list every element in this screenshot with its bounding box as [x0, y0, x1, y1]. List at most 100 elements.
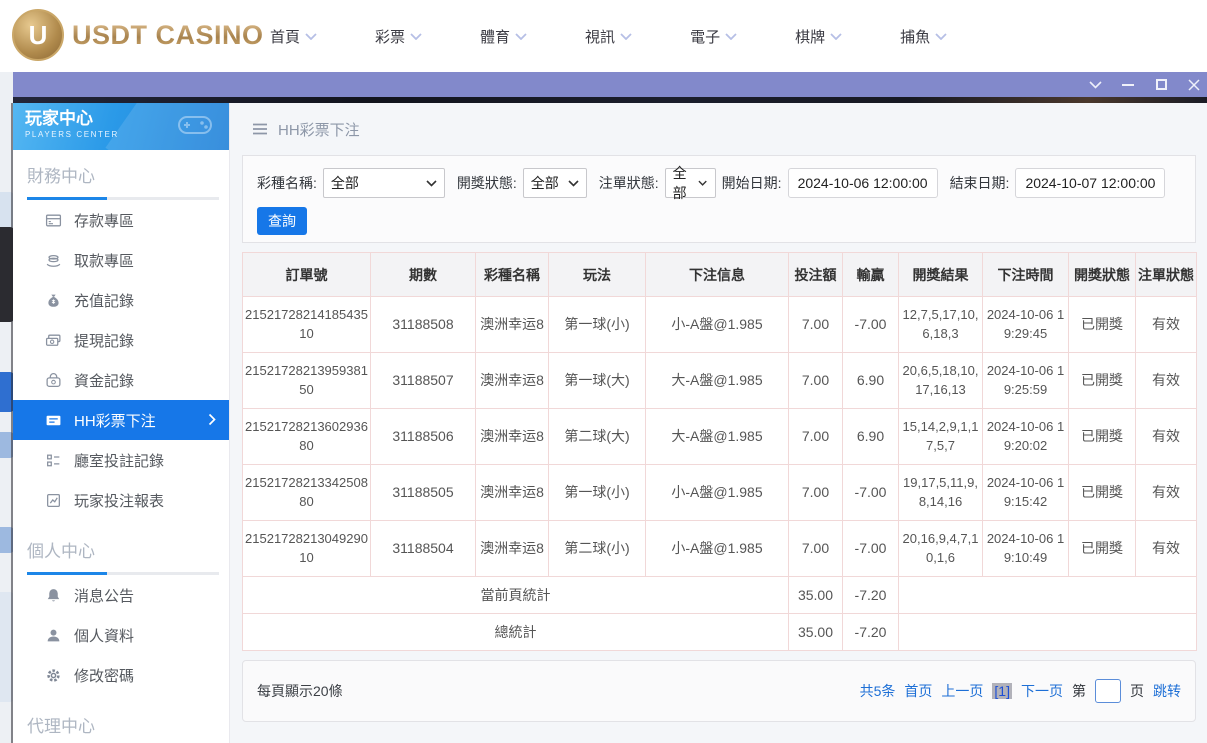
- close-icon[interactable]: [1187, 78, 1201, 92]
- window-controls: [1088, 72, 1201, 97]
- table-cell: 小-A盤@1.985: [645, 520, 789, 577]
- nav-item-video[interactable]: 視訊: [585, 26, 632, 47]
- funds-record-icon: [44, 371, 62, 389]
- bet-records-table: 訂單號 期數 彩種名稱 玩法 下注信息 投注額 輸贏 開獎結果 下注時間 開獎狀…: [242, 252, 1197, 651]
- table-cell: 7.00: [788, 520, 843, 577]
- nav-label: 捕魚: [900, 28, 931, 46]
- chevron-right-icon: [208, 413, 216, 426]
- table-row: 2152172821418543510 31188508 澳洲幸运8 第一球(小) 小-…: [242, 296, 1197, 353]
- person-icon: [44, 626, 62, 644]
- prev-page-link[interactable]: 上一页: [941, 681, 983, 701]
- table-cell: -7.00: [842, 464, 899, 521]
- sidebar-item-cashout-record[interactable]: 提現記錄: [13, 320, 229, 360]
- minimize-icon[interactable]: [1121, 78, 1135, 92]
- next-page-link[interactable]: 下一页: [1021, 681, 1063, 701]
- chevron-down-icon: [515, 32, 527, 40]
- nav-item-sports[interactable]: 體育: [480, 26, 527, 47]
- table-cell: 2152172821360293680: [242, 408, 371, 465]
- summary-bet-total: 35.00: [788, 613, 843, 651]
- sidebar-item-hh-lottery-bet[interactable]: HH彩票下注: [13, 400, 229, 440]
- table-cell: 澳洲幸运8: [475, 408, 549, 465]
- table-body: 2152172821418543510 31188508 澳洲幸运8 第一球(小) 小-…: [242, 296, 1197, 577]
- sidebar-section-personal: 個人中心: [13, 520, 229, 575]
- nav-item-fishing[interactable]: 捕魚: [900, 26, 947, 47]
- start-date-input[interactable]: [787, 168, 938, 198]
- table-cell: 有效: [1135, 464, 1197, 521]
- sidebar-item-label: 玩家投注報表: [74, 492, 165, 510]
- site-topbar: U USDT CASINO 首頁 彩票 體育 視訊 電子 棋牌 捕魚: [0, 0, 1207, 72]
- page-title: HH彩票下注: [278, 121, 360, 139]
- table-cell: 6.90: [842, 408, 899, 465]
- table-cell: 大-A盤@1.985: [645, 352, 789, 409]
- sidebar-item-funds-record[interactable]: 資金記錄: [13, 360, 229, 400]
- sidebar-item-label: 個人資料: [74, 627, 135, 645]
- window-titlebar: [13, 72, 1207, 97]
- end-date-label: 結束日期:: [949, 175, 1010, 191]
- page-size-text: 每頁顯示20條: [257, 683, 343, 699]
- sidebar-item-profile[interactable]: 個人資料: [13, 615, 229, 655]
- sidebar-item-withdraw[interactable]: 取款專區: [13, 240, 229, 280]
- sidebar-item-announcements[interactable]: 消息公告: [13, 575, 229, 615]
- nav-item-chess[interactable]: 棋牌: [795, 26, 842, 47]
- pagination-bar: 每頁顯示20條 共5条 首页 上一页 [1] 下一页 第 页 跳转: [242, 660, 1196, 722]
- sidebar-subtitle: PLAYERS CENTER: [25, 130, 119, 139]
- window-body: 玩家中心 PLAYERS CENTER 財務中心 存款專區 取款專區 充值記錄 …: [13, 103, 1207, 743]
- sidebar-item-player-bet-report[interactable]: 玩家投注報表: [13, 480, 229, 520]
- search-button[interactable]: 查詢: [257, 207, 307, 235]
- table-cell: 31188508: [370, 296, 476, 353]
- nav-item-lottery[interactable]: 彩票: [375, 26, 422, 47]
- lottery-name-select[interactable]: 全部: [322, 168, 445, 198]
- filter-panel: 彩種名稱: 全部 開獎狀態: 全部 注單狀態: 全部 開始日期: 2024-10…: [242, 155, 1196, 243]
- sidebar-section-agent: 代理中心: [13, 695, 229, 743]
- end-date-input[interactable]: [1015, 168, 1166, 198]
- collapse-icon[interactable]: [1088, 78, 1102, 92]
- jump-prefix-text: 第: [1072, 683, 1086, 699]
- nav-item-home[interactable]: 首頁: [270, 26, 317, 47]
- summary-winloss-total: -7.20: [842, 576, 899, 614]
- jump-action-link[interactable]: 跳转: [1153, 681, 1181, 701]
- table-cell: 7.00: [788, 464, 843, 521]
- table-cell: 6.90: [842, 352, 899, 409]
- sidebar-item-change-password[interactable]: 修改密碼: [13, 655, 229, 695]
- start-date-label: 開始日期:: [721, 175, 782, 191]
- table-cell: 2152172821334250880: [242, 464, 371, 521]
- draw-status-select[interactable]: 全部: [522, 168, 587, 198]
- cashout-record-icon: [44, 331, 62, 349]
- table-cell: 已開獎: [1068, 520, 1136, 577]
- order-status-select[interactable]: 全部: [664, 165, 716, 201]
- table-cell: -7.00: [842, 296, 899, 353]
- nav-item-electronic[interactable]: 電子: [690, 26, 737, 47]
- sidebar-item-recharge-record[interactable]: 充值記錄: [13, 280, 229, 320]
- sidebar-section-finance: 財務中心: [13, 150, 229, 200]
- table-cell: 有效: [1135, 352, 1197, 409]
- table-cell: 已開獎: [1068, 296, 1136, 353]
- table-cell: 大-A盤@1.985: [645, 408, 789, 465]
- table-cell: 第二球(小): [548, 520, 646, 577]
- select-value: 全部: [530, 175, 559, 191]
- col-header-order-status: 注單狀態: [1135, 252, 1197, 297]
- draw-status-label: 開獎狀態:: [456, 175, 517, 191]
- col-header-draw-status: 開獎狀態: [1068, 252, 1136, 297]
- col-header-order-no: 訂單號: [242, 252, 371, 297]
- first-page-link[interactable]: 首页: [904, 681, 932, 701]
- sidebar: 玩家中心 PLAYERS CENTER 財務中心 存款專區 取款專區 充值記錄 …: [13, 103, 230, 743]
- sidebar-item-hall-bet-record[interactable]: 廳室投註記錄: [13, 440, 229, 480]
- table-cell: 12,7,5,17,10,6,18,3: [898, 296, 983, 353]
- table-cell: 澳洲幸运8: [475, 520, 549, 577]
- sidebar-item-label: 存款專區: [74, 212, 135, 230]
- sidebar-item-label: 取款專區: [74, 252, 135, 270]
- page-jump-input[interactable]: [1095, 679, 1121, 703]
- col-header-playtype: 玩法: [548, 252, 646, 297]
- jump-suffix-text: 页: [1130, 683, 1144, 699]
- sidebar-item-deposit[interactable]: 存款專區: [13, 200, 229, 240]
- deposit-icon: [44, 211, 62, 229]
- sidebar-item-label: HH彩票下注: [74, 412, 156, 430]
- hamburger-menu-icon[interactable]: [252, 123, 268, 135]
- table-cell: 已開獎: [1068, 408, 1136, 465]
- table-cell: 20,16,9,4,7,10,1,6: [898, 520, 983, 577]
- site-logo[interactable]: U USDT CASINO: [12, 9, 264, 61]
- table-cell: 31188504: [370, 520, 476, 577]
- sidebar-item-label: 資金記錄: [74, 372, 135, 390]
- chevron-down-icon: [410, 32, 422, 40]
- maximize-icon[interactable]: [1154, 78, 1168, 92]
